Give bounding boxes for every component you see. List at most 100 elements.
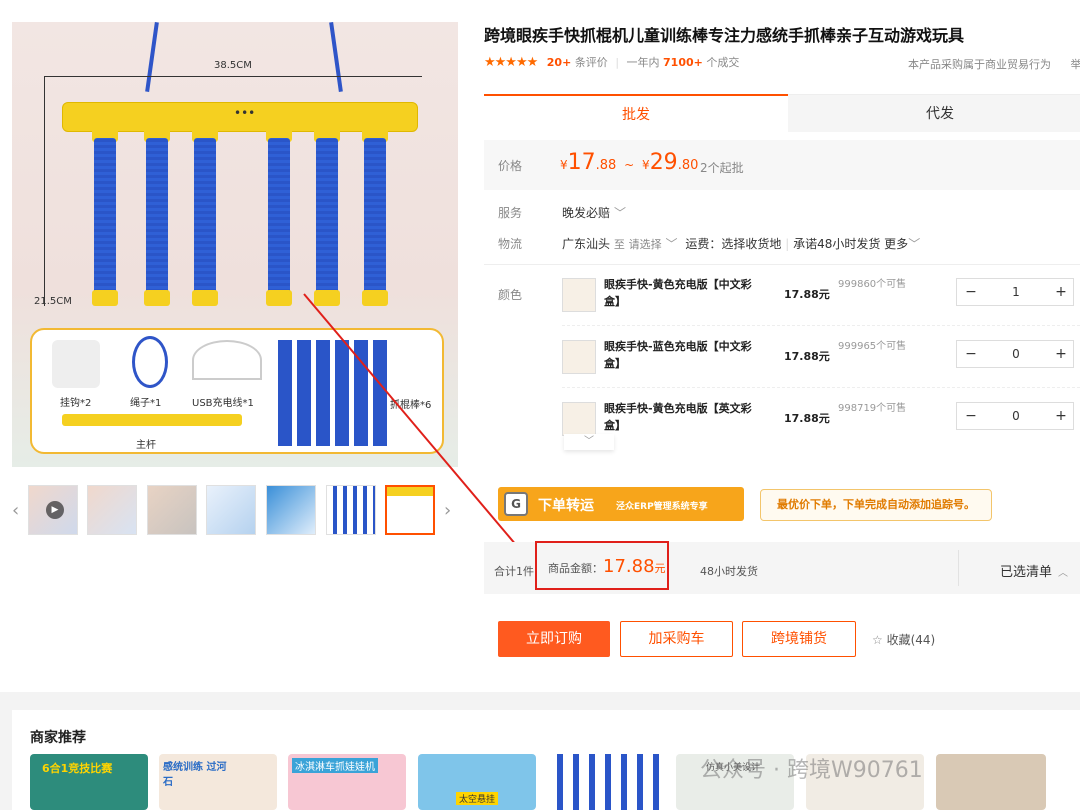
recommend-card[interactable]: 太空悬挂: [418, 754, 536, 810]
annotation-highlight-box: [535, 541, 669, 590]
thumbnail[interactable]: [147, 485, 197, 535]
variant-thumbnail[interactable]: [562, 340, 596, 374]
width-dimension-line: [44, 76, 422, 77]
height-dimension-label: 21.5CM: [34, 296, 72, 307]
purchase-tabs: 批发 代发: [484, 94, 1080, 132]
variant-price: 17.88元: [784, 350, 830, 363]
recommend-card-caption: 感统训练 过河石: [163, 762, 227, 788]
minus-button[interactable]: −: [957, 279, 985, 305]
cross-border-button[interactable]: 跨境铺货: [742, 621, 856, 657]
buy-now-button[interactable]: 立即订购: [498, 621, 610, 657]
sales-label: 个成交: [706, 56, 740, 69]
plus-button[interactable]: +: [1047, 341, 1075, 367]
variant-name: 眼疾手快-黄色充电版【英文彩盒】: [604, 402, 752, 432]
minus-button[interactable]: −: [957, 341, 985, 367]
service-value[interactable]: 晚发必赔 ﹀: [562, 204, 626, 221]
min-order: 2个起批: [700, 161, 744, 175]
thumbnail-video[interactable]: ▶: [28, 485, 78, 535]
report-link[interactable]: 举: [1071, 58, 1080, 71]
divider: [958, 550, 959, 586]
rope-image: [132, 336, 168, 388]
stick-cap: [92, 290, 118, 306]
thumbnail[interactable]: [87, 485, 137, 535]
stick: [146, 138, 168, 298]
thumbnail[interactable]: [206, 485, 256, 535]
chevron-down-icon: ﹀: [665, 237, 678, 251]
stick: [94, 138, 116, 298]
thumb-prev-button[interactable]: ‹: [12, 500, 19, 521]
rope-right: [329, 22, 343, 92]
divider-line: [484, 264, 1080, 265]
main-bar-label: 主杆: [136, 440, 156, 451]
variant-row: 眼疾手快-黄色充电版【英文彩盒】 17.88元 998719个可售 − 0 +: [562, 396, 1080, 436]
ship-time: 48小时发货: [700, 565, 758, 578]
variant-stock: 998719个可售: [838, 403, 907, 414]
color-label: 颜色: [498, 288, 523, 302]
width-dimension-label: 38.5CM: [214, 60, 252, 71]
chevron-down-icon: ﹀: [584, 436, 594, 447]
stick: [364, 138, 386, 298]
quantity-input[interactable]: 0: [985, 341, 1047, 367]
purchase-note: 本产品采购属于商业贸易行为 举: [908, 56, 1080, 72]
variant-stock: 999965个可售: [838, 341, 907, 352]
recommend-card-caption: 6合1竞技比赛: [42, 762, 113, 775]
usb-label: USB充电线*1: [192, 398, 254, 409]
price-label: 价格: [498, 159, 523, 173]
rope-left: [145, 22, 159, 92]
divider: |: [615, 56, 620, 69]
variant-thumbnail[interactable]: [562, 402, 596, 436]
stick-cap: [266, 290, 292, 306]
hook-image: [52, 340, 100, 388]
more-link[interactable]: 更多: [884, 237, 908, 251]
rope-label: 绳子*1: [130, 398, 162, 409]
hook-label: 挂钩*2: [60, 398, 92, 409]
selected-list-button[interactable]: 已选清单 ︿: [1000, 561, 1068, 580]
destination-select[interactable]: 请选择: [629, 238, 662, 251]
favorite-button[interactable]: ☆ 收藏(44): [872, 631, 935, 648]
main-bar-small: [62, 414, 242, 426]
recommend-card[interactable]: [936, 754, 1046, 810]
purchase-note-text: 本产品采购属于商业贸易行为: [908, 58, 1051, 71]
bar-dots: •••: [234, 106, 256, 120]
stick: [268, 138, 290, 298]
erp-title: 下单转运: [538, 498, 594, 514]
rating-stars: ★★★★★: [484, 55, 538, 70]
stick-cap: [144, 290, 170, 306]
logistics-row: 广东汕头 至 请选择 ﹀ 运费：选择收货地 | 承诺48小时发货 更多﹀: [562, 237, 921, 251]
minus-button[interactable]: −: [957, 403, 985, 429]
recommend-card[interactable]: [547, 754, 665, 810]
variant-row: 眼疾手快-黄色充电版【中文彩盒】 17.88元 999860个可售 − 1 +: [562, 272, 1080, 326]
quantity-stepper: − 0 +: [956, 402, 1074, 430]
variant-stock: 999860个可售: [838, 279, 907, 290]
star-icon: ☆: [872, 633, 883, 647]
logistics-label: 物流: [498, 237, 523, 251]
quantity-input[interactable]: 1: [985, 279, 1047, 305]
plus-button[interactable]: +: [1047, 279, 1075, 305]
total-items: 合计1件: [494, 565, 534, 578]
recommend-card[interactable]: 6合1竞技比赛: [30, 754, 148, 810]
play-icon: ▶: [46, 501, 64, 519]
expand-variants-button[interactable]: ﹀: [564, 434, 614, 450]
recommend-card[interactable]: 冰淇淋车抓娃娃机: [288, 754, 406, 810]
price-range: ¥17.88 ~ ¥29.80: [560, 150, 699, 175]
add-cart-button[interactable]: 加采购车: [620, 621, 733, 657]
chevron-down-icon: ﹀: [614, 206, 627, 220]
tab-dropship[interactable]: 代发: [788, 94, 1080, 132]
recommend-card-caption: 冰淇淋车抓娃娃机: [292, 758, 378, 773]
rating-row: ★★★★★ 20+ 条评价 | 一年内 7100+ 个成交: [484, 54, 739, 70]
review-count[interactable]: 20+: [547, 56, 572, 69]
variant-thumbnail[interactable]: [562, 278, 596, 312]
plus-button[interactable]: +: [1047, 403, 1075, 429]
quantity-stepper: − 1 +: [956, 278, 1074, 306]
product-title: 跨境眼疾手快抓棍机儿童训练棒专注力感统手抓棒亲子互动游戏玩具: [484, 26, 965, 45]
watermark: 公众号 · 跨境W90761: [700, 758, 923, 783]
height-dimension-line: [44, 76, 45, 306]
quantity-input[interactable]: 0: [985, 403, 1047, 429]
recommend-card[interactable]: 感统训练 过河石: [159, 754, 277, 810]
variant-name: 眼疾手快-蓝色充电版【中文彩盒】: [604, 340, 752, 370]
review-label: 条评价: [574, 56, 608, 69]
erp-subtitle: 泾众ERP管理系统专享: [616, 502, 708, 512]
tab-wholesale[interactable]: 批发: [484, 94, 788, 132]
erp-transfer-banner[interactable]: G 下单转运 泾众ERP管理系统专享: [498, 487, 744, 521]
origin: 广东汕头: [562, 237, 611, 251]
